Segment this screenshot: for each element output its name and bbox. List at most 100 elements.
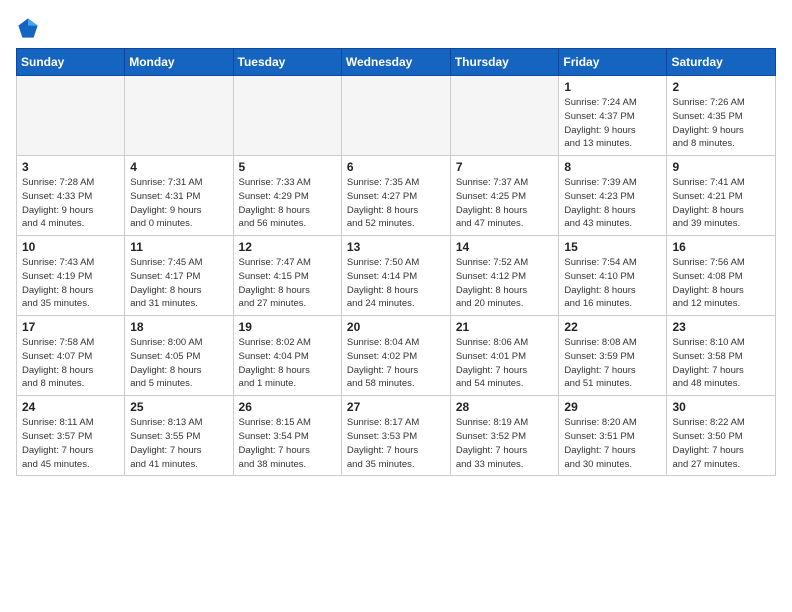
calendar-day-cell: 13 Sunrise: 7:50 AM Sunset: 4:14 PM Dayli… bbox=[341, 236, 450, 316]
calendar-day-cell: 12 Sunrise: 7:47 AM Sunset: 4:15 PM Dayli… bbox=[233, 236, 341, 316]
calendar-day-cell: 27 Sunrise: 8:17 AM Sunset: 3:53 PM Dayli… bbox=[341, 396, 450, 476]
day-number: 20 bbox=[347, 320, 445, 334]
calendar-day-cell: 29 Sunrise: 8:20 AM Sunset: 3:51 PM Dayli… bbox=[559, 396, 667, 476]
calendar-day-cell: 5 Sunrise: 7:33 AM Sunset: 4:29 PM Daylig… bbox=[233, 156, 341, 236]
calendar-day-cell: 10Sunrise: 7:43 AM Sunset: 4:19 PM Dayli… bbox=[17, 236, 125, 316]
day-number: 3 bbox=[22, 160, 119, 174]
day-number: 27 bbox=[347, 400, 445, 414]
calendar-day-cell: 1 Sunrise: 7:24 AM Sunset: 4:37 PM Daylig… bbox=[559, 76, 667, 156]
day-info: Sunrise: 7:56 AM Sunset: 4:08 PM Dayligh… bbox=[672, 256, 770, 311]
calendar-day-cell: 24 Sunrise: 8:11 AM Sunset: 3:57 PM Dayli… bbox=[17, 396, 125, 476]
day-number: 18 bbox=[130, 320, 227, 334]
day-number: 25 bbox=[130, 400, 227, 414]
day-number: 7 bbox=[456, 160, 554, 174]
calendar-day-cell: 6 Sunrise: 7:35 AM Sunset: 4:27 PM Daylig… bbox=[341, 156, 450, 236]
day-number: 1 bbox=[564, 80, 661, 94]
day-info: Sunrise: 7:50 AM Sunset: 4:14 PM Dayligh… bbox=[347, 256, 445, 311]
day-info: Sunrise: 7:39 AM Sunset: 4:23 PM Dayligh… bbox=[564, 176, 661, 231]
calendar-day-cell: 26 Sunrise: 8:15 AM Sunset: 3:54 PM Dayli… bbox=[233, 396, 341, 476]
calendar-week-row: 10Sunrise: 7:43 AM Sunset: 4:19 PM Dayli… bbox=[17, 236, 776, 316]
day-number: 15 bbox=[564, 240, 661, 254]
day-info: Sunrise: 8:08 AM Sunset: 3:59 PM Dayligh… bbox=[564, 336, 661, 391]
calendar-day-cell: 23 Sunrise: 8:10 AM Sunset: 3:58 PM Dayli… bbox=[667, 316, 776, 396]
day-info: Sunrise: 8:04 AM Sunset: 4:02 PM Dayligh… bbox=[347, 336, 445, 391]
day-info: Sunrise: 7:45 AM Sunset: 4:17 PM Dayligh… bbox=[130, 256, 227, 311]
day-info: Sunrise: 8:19 AM Sunset: 3:52 PM Dayligh… bbox=[456, 416, 554, 471]
day-number: 14 bbox=[456, 240, 554, 254]
logo-icon bbox=[16, 16, 40, 40]
calendar-day-cell: 28 Sunrise: 8:19 AM Sunset: 3:52 PM Dayli… bbox=[450, 396, 559, 476]
weekday-header: Friday bbox=[559, 49, 667, 76]
day-info: Sunrise: 7:58 AM Sunset: 4:07 PM Dayligh… bbox=[22, 336, 119, 391]
calendar-day-cell: 21 Sunrise: 8:06 AM Sunset: 4:01 PM Dayli… bbox=[450, 316, 559, 396]
day-info: Sunrise: 8:20 AM Sunset: 3:51 PM Dayligh… bbox=[564, 416, 661, 471]
day-number: 12 bbox=[239, 240, 336, 254]
day-info: Sunrise: 8:06 AM Sunset: 4:01 PM Dayligh… bbox=[456, 336, 554, 391]
calendar-day-cell: 17 Sunrise: 7:58 AM Sunset: 4:07 PM Dayli… bbox=[17, 316, 125, 396]
day-number: 5 bbox=[239, 160, 336, 174]
day-number: 23 bbox=[672, 320, 770, 334]
day-number: 29 bbox=[564, 400, 661, 414]
calendar-week-row: 24 Sunrise: 8:11 AM Sunset: 3:57 PM Dayli… bbox=[17, 396, 776, 476]
calendar-day-cell: 15Sunrise: 7:54 AM Sunset: 4:10 PM Dayli… bbox=[559, 236, 667, 316]
calendar-day-cell: 4Sunrise: 7:31 AM Sunset: 4:31 PM Daylig… bbox=[125, 156, 233, 236]
day-number: 9 bbox=[672, 160, 770, 174]
calendar-day-cell: 2Sunrise: 7:26 AM Sunset: 4:35 PM Daylig… bbox=[667, 76, 776, 156]
calendar-day-cell: 25Sunrise: 8:13 AM Sunset: 3:55 PM Dayli… bbox=[125, 396, 233, 476]
day-number: 11 bbox=[130, 240, 227, 254]
calendar-day-cell: 14Sunrise: 7:52 AM Sunset: 4:12 PM Dayli… bbox=[450, 236, 559, 316]
calendar-table: SundayMondayTuesdayWednesdayThursdayFrid… bbox=[16, 48, 776, 476]
calendar-day-cell bbox=[450, 76, 559, 156]
weekday-header: Sunday bbox=[17, 49, 125, 76]
day-info: Sunrise: 7:24 AM Sunset: 4:37 PM Dayligh… bbox=[564, 96, 661, 151]
weekday-header: Tuesday bbox=[233, 49, 341, 76]
day-number: 21 bbox=[456, 320, 554, 334]
day-info: Sunrise: 7:31 AM Sunset: 4:31 PM Dayligh… bbox=[130, 176, 227, 231]
day-info: Sunrise: 7:41 AM Sunset: 4:21 PM Dayligh… bbox=[672, 176, 770, 231]
day-info: Sunrise: 7:35 AM Sunset: 4:27 PM Dayligh… bbox=[347, 176, 445, 231]
day-number: 13 bbox=[347, 240, 445, 254]
calendar-week-row: 17 Sunrise: 7:58 AM Sunset: 4:07 PM Dayli… bbox=[17, 316, 776, 396]
day-number: 19 bbox=[239, 320, 336, 334]
calendar-day-cell: 16Sunrise: 7:56 AM Sunset: 4:08 PM Dayli… bbox=[667, 236, 776, 316]
day-info: Sunrise: 7:43 AM Sunset: 4:19 PM Dayligh… bbox=[22, 256, 119, 311]
calendar-day-cell: 22 Sunrise: 8:08 AM Sunset: 3:59 PM Dayli… bbox=[559, 316, 667, 396]
day-info: Sunrise: 7:37 AM Sunset: 4:25 PM Dayligh… bbox=[456, 176, 554, 231]
calendar-header-row: SundayMondayTuesdayWednesdayThursdayFrid… bbox=[17, 49, 776, 76]
day-info: Sunrise: 7:47 AM Sunset: 4:15 PM Dayligh… bbox=[239, 256, 336, 311]
day-info: Sunrise: 8:22 AM Sunset: 3:50 PM Dayligh… bbox=[672, 416, 770, 471]
calendar-day-cell bbox=[125, 76, 233, 156]
day-info: Sunrise: 8:11 AM Sunset: 3:57 PM Dayligh… bbox=[22, 416, 119, 471]
calendar-day-cell: 9 Sunrise: 7:41 AM Sunset: 4:21 PM Daylig… bbox=[667, 156, 776, 236]
calendar-day-cell: 20 Sunrise: 8:04 AM Sunset: 4:02 PM Dayli… bbox=[341, 316, 450, 396]
calendar-day-cell bbox=[17, 76, 125, 156]
day-info: Sunrise: 8:17 AM Sunset: 3:53 PM Dayligh… bbox=[347, 416, 445, 471]
calendar-week-row: 1 Sunrise: 7:24 AM Sunset: 4:37 PM Daylig… bbox=[17, 76, 776, 156]
day-number: 17 bbox=[22, 320, 119, 334]
day-number: 22 bbox=[564, 320, 661, 334]
day-number: 8 bbox=[564, 160, 661, 174]
weekday-header: Thursday bbox=[450, 49, 559, 76]
day-number: 30 bbox=[672, 400, 770, 414]
day-info: Sunrise: 7:28 AM Sunset: 4:33 PM Dayligh… bbox=[22, 176, 119, 231]
day-info: Sunrise: 8:00 AM Sunset: 4:05 PM Dayligh… bbox=[130, 336, 227, 391]
calendar-week-row: 3 Sunrise: 7:28 AM Sunset: 4:33 PM Daylig… bbox=[17, 156, 776, 236]
calendar-day-cell: 19Sunrise: 8:02 AM Sunset: 4:04 PM Dayli… bbox=[233, 316, 341, 396]
day-info: Sunrise: 8:15 AM Sunset: 3:54 PM Dayligh… bbox=[239, 416, 336, 471]
calendar-day-cell bbox=[233, 76, 341, 156]
calendar-day-cell: 11 Sunrise: 7:45 AM Sunset: 4:17 PM Dayli… bbox=[125, 236, 233, 316]
calendar-day-cell bbox=[341, 76, 450, 156]
day-number: 26 bbox=[239, 400, 336, 414]
day-info: Sunrise: 8:10 AM Sunset: 3:58 PM Dayligh… bbox=[672, 336, 770, 391]
day-info: Sunrise: 7:26 AM Sunset: 4:35 PM Dayligh… bbox=[672, 96, 770, 151]
day-number: 28 bbox=[456, 400, 554, 414]
day-info: Sunrise: 7:33 AM Sunset: 4:29 PM Dayligh… bbox=[239, 176, 336, 231]
calendar-day-cell: 3 Sunrise: 7:28 AM Sunset: 4:33 PM Daylig… bbox=[17, 156, 125, 236]
calendar-day-cell: 8 Sunrise: 7:39 AM Sunset: 4:23 PM Daylig… bbox=[559, 156, 667, 236]
weekday-header: Wednesday bbox=[341, 49, 450, 76]
calendar-day-cell: 7 Sunrise: 7:37 AM Sunset: 4:25 PM Daylig… bbox=[450, 156, 559, 236]
weekday-header: Saturday bbox=[667, 49, 776, 76]
calendar-day-cell: 30 Sunrise: 8:22 AM Sunset: 3:50 PM Dayli… bbox=[667, 396, 776, 476]
day-number: 6 bbox=[347, 160, 445, 174]
day-number: 24 bbox=[22, 400, 119, 414]
